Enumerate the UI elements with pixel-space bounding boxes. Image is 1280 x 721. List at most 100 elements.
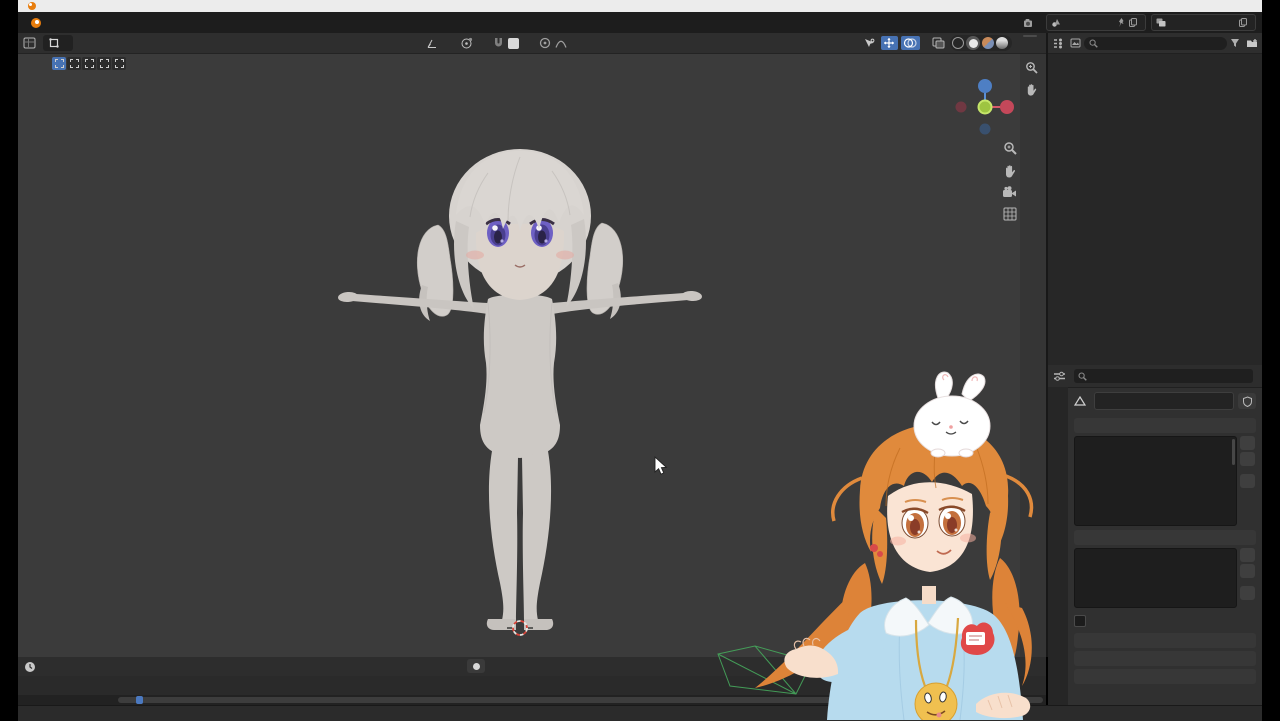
timeline-clock-icon: [25, 661, 35, 672]
blender-topbar: [18, 12, 1262, 34]
auto-keyframe-record-button[interactable]: [467, 659, 485, 673]
xray-icon: [932, 37, 945, 49]
toggle-ortho-grid-icon[interactable]: [1003, 207, 1017, 221]
xray-toggle[interactable]: [930, 36, 947, 50]
list-scrollbar[interactable]: [1232, 439, 1235, 465]
properties-search-input[interactable]: [1074, 369, 1253, 383]
zoom-icon[interactable]: [1025, 61, 1039, 75]
mode-dropdown[interactable]: [43, 35, 73, 51]
add-shape-key-button[interactable]: [1240, 548, 1255, 562]
solid-shading-button[interactable]: [966, 36, 980, 50]
copy-icon: [1129, 18, 1137, 27]
properties-editor: [1048, 365, 1262, 705]
blender-logo-icon[interactable]: [26, 17, 41, 28]
scene-selector[interactable]: [1046, 14, 1146, 31]
new-image-button[interactable]: [1023, 35, 1037, 37]
vertex-group-buttons: [1240, 436, 1256, 526]
vertex-groups-panel-header[interactable]: [1074, 418, 1256, 433]
timeline: [18, 657, 1046, 705]
overlays-icon: [903, 38, 917, 48]
select-invert-mode-button[interactable]: [97, 57, 111, 70]
shading-mode-group: [950, 35, 1012, 51]
snap-target-icon[interactable]: [508, 37, 519, 49]
object-mode-icon: [49, 38, 59, 48]
proportional-editing-icon: [539, 37, 551, 49]
shape-key-buttons: [1240, 548, 1256, 608]
timeline-header: [18, 657, 1046, 677]
viewlayer-icon: [1156, 18, 1166, 27]
search-icon: [1089, 39, 1098, 48]
editor-type-button[interactable]: [18, 37, 43, 49]
add-rest-position-checkbox[interactable]: [1074, 615, 1086, 627]
viewlayer-selector[interactable]: [1151, 14, 1256, 31]
status-bar: [18, 705, 1262, 721]
pan-hand-icon[interactable]: [1003, 164, 1017, 179]
properties-editor-icon[interactable]: [1053, 371, 1066, 382]
snap-magnet-icon: [495, 38, 502, 47]
remove-vertex-group-button[interactable]: [1240, 452, 1255, 466]
rendered-shading-button[interactable]: [996, 37, 1008, 49]
face-maps-panel-header[interactable]: [1074, 669, 1256, 684]
select-mode-buttons: [52, 57, 126, 70]
select-extend-mode-button[interactable]: [67, 57, 81, 70]
outliner: [1048, 33, 1262, 365]
outliner-search-input[interactable]: [1084, 36, 1227, 50]
timeline-playhead-marker[interactable]: [136, 696, 143, 704]
outliner-header: [1048, 33, 1262, 54]
narrow-editor-header: [1020, 33, 1046, 54]
3d-viewport[interactable]: [18, 33, 1022, 657]
mouse-cursor-icon: [654, 455, 668, 475]
show-overlays-toggle[interactable]: [901, 36, 920, 50]
character-model: [338, 149, 702, 641]
navigation-gizmo[interactable]: [953, 77, 1017, 139]
scene-icon: [1052, 19, 1060, 27]
auto-reload-icon[interactable]: [1023, 18, 1036, 28]
viewport-editor-icon: [23, 37, 36, 49]
pivot-point-icon: [461, 37, 473, 49]
show-object-types-toggle[interactable]: [861, 37, 878, 50]
add-vertex-group-button[interactable]: [1240, 436, 1255, 450]
properties-header: [1048, 365, 1262, 388]
blender-app-icon: [28, 2, 36, 10]
select-subtract-mode-button[interactable]: [82, 57, 96, 70]
search-icon: [1078, 372, 1087, 381]
orientation-axes-icon: [427, 39, 436, 48]
timeline-ruler[interactable]: [18, 676, 1046, 696]
shape-keys-panel-header[interactable]: [1074, 530, 1256, 545]
show-gizmo-toggle[interactable]: [881, 36, 898, 50]
outliner-display-mode-icon[interactable]: [1052, 38, 1064, 49]
remove-shape-key-button[interactable]: [1240, 564, 1255, 578]
visibility-pointer-icon: [865, 38, 875, 47]
fake-user-shield-button[interactable]: [1238, 393, 1256, 409]
id-name-field[interactable]: [1094, 392, 1234, 410]
zoom-icon[interactable]: [1003, 141, 1018, 156]
pan-hand-icon[interactable]: [1025, 83, 1038, 97]
falloff-curve-icon: [555, 40, 567, 48]
select-set-mode-button[interactable]: [52, 57, 66, 70]
properties-tab-column: [1048, 387, 1068, 705]
uv-maps-panel-header[interactable]: [1074, 633, 1256, 648]
object-data-breadcrumb-icon[interactable]: [1074, 396, 1086, 406]
pin-icon: [1119, 18, 1124, 27]
new-collection-icon[interactable]: [1246, 38, 1258, 48]
wireframe-shading-button[interactable]: [952, 37, 964, 49]
color-attributes-panel-header[interactable]: [1074, 651, 1256, 666]
viewport-header: [18, 33, 1020, 54]
material-preview-shading-button[interactable]: [982, 37, 994, 49]
camera-view-icon[interactable]: [1002, 186, 1018, 198]
shape-key-specials-button[interactable]: [1240, 586, 1255, 600]
window-titlebar: [18, 0, 1262, 12]
timeline-editor-button[interactable]: [18, 661, 47, 673]
copy-icon: [1239, 18, 1247, 27]
vertex-group-specials-button[interactable]: [1240, 474, 1255, 488]
shape-keys-list: [1074, 548, 1237, 608]
screen: [0, 0, 1280, 721]
select-intersect-mode-button[interactable]: [112, 57, 126, 70]
outliner-filter-image-icon[interactable]: [1070, 38, 1081, 48]
shield-icon: [1242, 395, 1252, 407]
filter-funnel-icon[interactable]: [1230, 38, 1240, 48]
properties-content: [1068, 387, 1262, 705]
timeline-scroll-thumb[interactable]: [118, 697, 1043, 703]
timeline-scrollbar[interactable]: [18, 695, 1046, 705]
narrow-image-editor[interactable]: [1020, 33, 1048, 657]
